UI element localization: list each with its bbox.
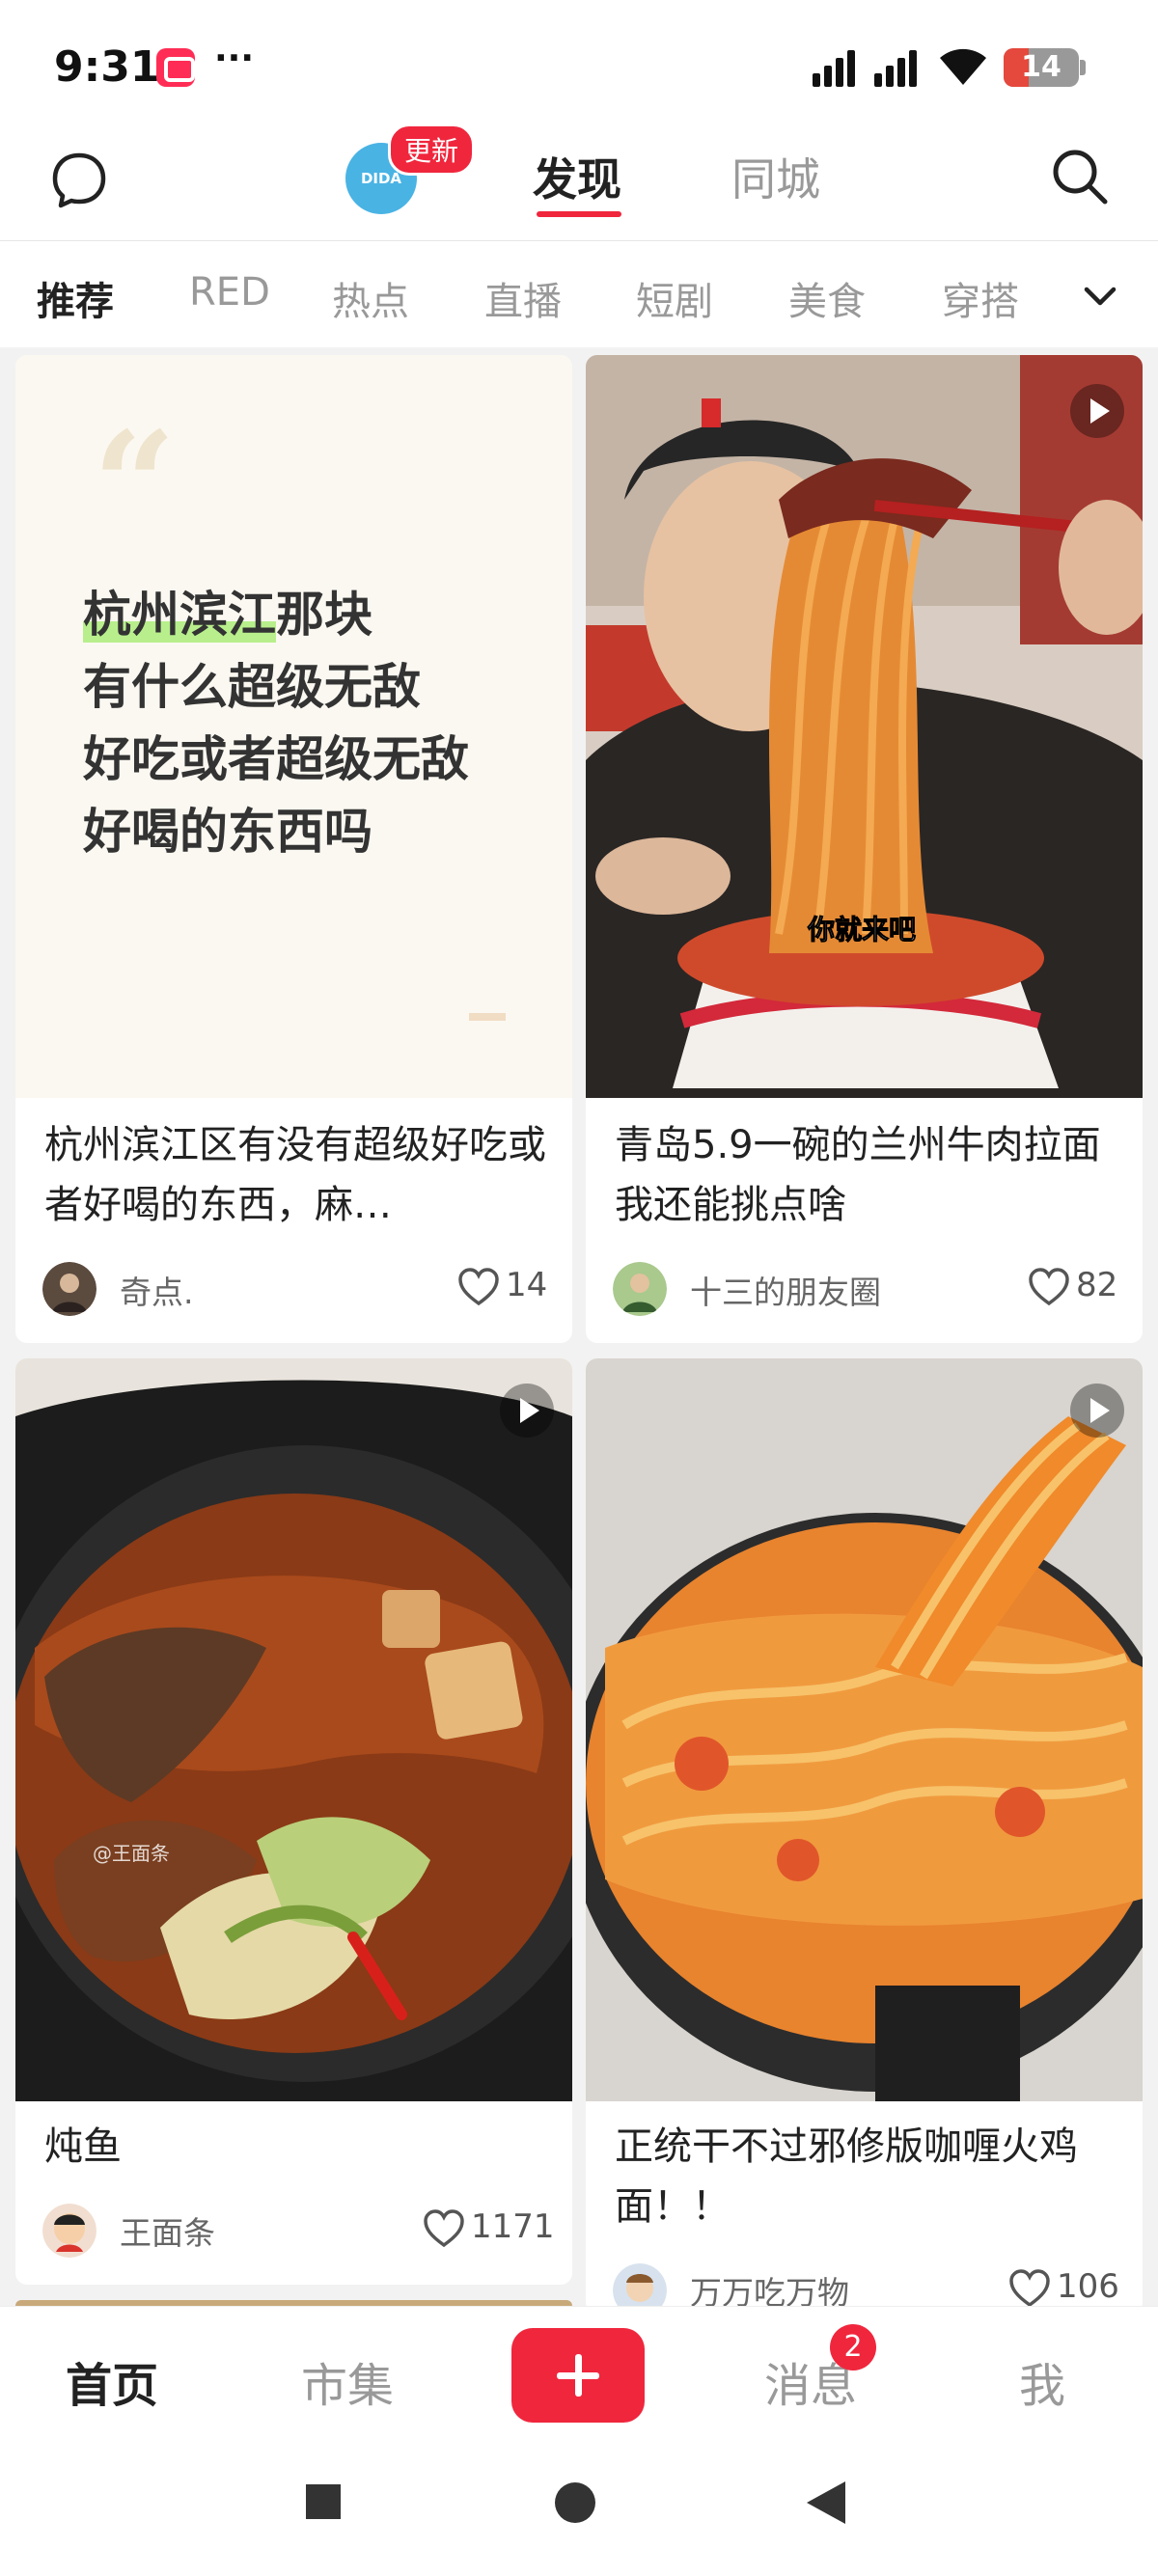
like-count: 1171 (471, 2207, 555, 2246)
nav-me[interactable]: 我 (1019, 2347, 1065, 2415)
author-name[interactable]: 王面条 (120, 2207, 215, 2254)
search-icon[interactable] (1050, 147, 1110, 206)
battery-icon: 14 (1004, 48, 1079, 87)
status-more-indicator: ··· (214, 39, 255, 78)
battery-level-text: 14 (1021, 50, 1062, 84)
quote-line-1-rest: 那块 (276, 587, 372, 643)
watermark-text: @王面条 (93, 1842, 170, 1865)
battery-tip (1080, 60, 1086, 75)
home-circle-icon[interactable] (554, 2481, 596, 2524)
heart-icon[interactable] (1028, 1268, 1070, 1306)
like-count: 82 (1076, 1266, 1118, 1304)
chat-bubble-icon[interactable] (50, 150, 108, 209)
category-recommend[interactable]: 推荐 (37, 270, 114, 326)
quote-highlight: 杭州滨江 (83, 587, 276, 643)
app-notification-icon (156, 48, 195, 87)
bottom-nav: 首页 市集 消息 2 我 (0, 2306, 1158, 2441)
cell-signal-icon (813, 46, 855, 87)
nav-market[interactable]: 市集 (301, 2347, 394, 2415)
category-outfit[interactable]: 穿搭 (942, 270, 1019, 326)
feed-card-1[interactable]: “ 杭州滨江那块 有什么超级无敌 好吃或者超级无敌 好喝的东西吗 杭州滨江区有没… (15, 355, 572, 1343)
video-play-icon (500, 1384, 554, 1438)
like-count: 106 (1057, 2267, 1119, 2306)
heart-icon[interactable] (1008, 2269, 1051, 2308)
card-title: 青岛5.9一碗的兰州牛肉拉面我还能挑点啥 (615, 1123, 1101, 1227)
status-time: 9:31 (54, 42, 160, 92)
category-red[interactable]: RED (189, 270, 270, 315)
category-food[interactable]: 美食 (788, 270, 866, 326)
heart-icon[interactable] (457, 1268, 500, 1306)
quote-line-2: 有什么超级无敌 (83, 659, 421, 715)
quote-text: 杭州滨江那块 有什么超级无敌 好吃或者超级无敌 好喝的东西吗 (83, 579, 527, 868)
quote-decoration (469, 1013, 506, 1021)
nav-home[interactable]: 首页 (66, 2347, 158, 2415)
tab-discover[interactable]: 发现 (533, 145, 621, 208)
video-play-icon (1070, 384, 1124, 438)
back-triangle-icon[interactable] (805, 2480, 847, 2526)
messages-badge: 2 (830, 2324, 876, 2370)
avatar[interactable] (613, 1262, 667, 1316)
feed-card-3[interactable]: @王面条 炖鱼 王面条 1171 (15, 1358, 572, 2285)
video-caption: 你就来吧 (807, 914, 916, 945)
author-name[interactable]: 奇点. (120, 1267, 194, 1313)
avatar[interactable] (42, 2204, 96, 2258)
quote-line-4: 好喝的东西吗 (83, 804, 372, 860)
feed-card-4[interactable]: 正统干不过邪修版咖喱火鸡面！！ 万万吃万物 106 (586, 1358, 1143, 2314)
author-name[interactable]: 十三的朋友圈 (690, 1267, 881, 1313)
like-count: 14 (506, 1266, 548, 1304)
cell-signal-icon-2 (874, 46, 917, 87)
category-hot[interactable]: 热点 (332, 270, 409, 326)
heart-icon[interactable] (423, 2209, 465, 2248)
noodle-video-cover: 你就来吧 (586, 355, 1143, 1098)
card-title: 炖鱼 (44, 2124, 122, 2169)
card-title: 正统干不过邪修版咖喱火鸡面！！ (615, 2124, 1078, 2229)
category-bar: 推荐 RED 热点 直播 短剧 美食 穿搭 (0, 241, 1158, 347)
chevron-down-icon[interactable] (1081, 270, 1119, 324)
update-badge: 更新 (388, 123, 476, 176)
quote-cover-image: “ 杭州滨江那块 有什么超级无敌 好吃或者超级无敌 好喝的东西吗 (15, 355, 572, 1098)
system-navigation-bar (0, 2441, 1158, 2576)
avatar[interactable] (42, 1262, 96, 1316)
card-title: 杭州滨江区有没有超级好吃或者好喝的东西，麻… (44, 1123, 546, 1227)
status-bar: 9:31 ··· 14 (0, 0, 1158, 130)
dida-logo-text: DIDA (360, 170, 402, 187)
quote-mark-icon: “ (93, 400, 177, 570)
feed-card-2[interactable]: 你就来吧 青岛5.9一碗的兰州牛肉拉面我还能挑点啥 十三的朋友圈 82 (586, 355, 1143, 1343)
recent-apps-icon[interactable] (305, 2483, 342, 2520)
publish-plus-button[interactable] (511, 2328, 645, 2423)
category-short-drama[interactable]: 短剧 (636, 270, 713, 326)
braised-fish-video-cover: @王面条 (15, 1358, 572, 2101)
tab-city[interactable]: 同城 (731, 145, 820, 208)
active-tab-indicator (537, 211, 621, 217)
category-live[interactable]: 直播 (484, 270, 562, 326)
wifi-icon (940, 48, 986, 85)
curry-noodle-video-cover (586, 1358, 1143, 2101)
quote-line-3: 好吃或者超级无敌 (83, 731, 469, 787)
video-play-icon (1070, 1384, 1124, 1438)
